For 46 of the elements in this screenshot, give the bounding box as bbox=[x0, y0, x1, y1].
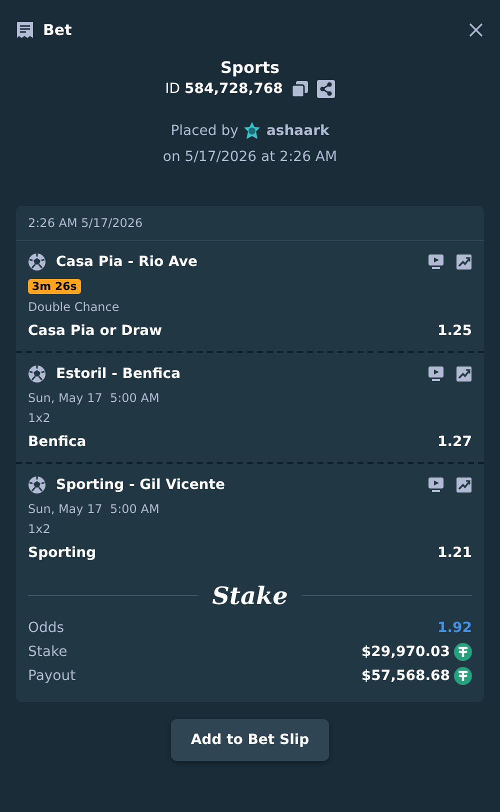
placed-by-label: Placed by bbox=[170, 123, 238, 139]
leg-odds: 1.25 bbox=[437, 323, 472, 339]
market-name: 1x2 bbox=[28, 522, 52, 536]
stats-chart-icon[interactable] bbox=[456, 477, 472, 493]
amount-value: $57,568.68 bbox=[361, 668, 450, 684]
live-stream-icon[interactable] bbox=[428, 254, 444, 269]
event-name[interactable]: Sporting - Gil Vicente bbox=[56, 477, 418, 493]
selected-outcome: Benfica bbox=[28, 434, 86, 450]
soccer-ball-icon bbox=[28, 476, 46, 494]
close-icon[interactable] bbox=[468, 22, 484, 38]
receipt-icon bbox=[16, 21, 34, 39]
username-link[interactable]: ashaark bbox=[266, 123, 330, 139]
live-stream-icon[interactable] bbox=[428, 477, 444, 492]
placed-date: on 5/17/2026 at 2:26 AM bbox=[162, 149, 338, 165]
event-name[interactable]: Casa Pia - Rio Ave bbox=[56, 254, 418, 270]
amount-value: $29,970.03 bbox=[361, 644, 450, 660]
market-name: 1x2 bbox=[28, 411, 52, 425]
summary-label: Stake bbox=[28, 644, 68, 660]
stats-chart-icon[interactable] bbox=[456, 366, 472, 382]
selected-outcome: Sporting bbox=[28, 545, 96, 561]
soccer-ball-icon bbox=[28, 365, 46, 383]
start-time: Sun, May 17 5:00 AM bbox=[28, 502, 160, 516]
summary-label: Payout bbox=[28, 668, 76, 684]
start-time: Sun, May 17 5:00 AM bbox=[28, 391, 160, 405]
bet-id: ID 584,728,768 bbox=[165, 81, 283, 97]
tether-coin-icon bbox=[454, 643, 472, 661]
bet-category: Sports bbox=[220, 58, 280, 77]
brand-logo: Stake bbox=[212, 581, 288, 610]
soccer-ball-icon bbox=[28, 253, 46, 271]
total-odds: 1.92 bbox=[437, 620, 472, 636]
dialog-title: Bet bbox=[43, 21, 73, 39]
stats-chart-icon[interactable] bbox=[456, 254, 472, 270]
share-icon[interactable] bbox=[316, 80, 335, 98]
leg-odds: 1.27 bbox=[437, 434, 472, 450]
live-stream-icon[interactable] bbox=[428, 366, 444, 381]
add-to-bet-slip-button[interactable]: Add to Bet Slip bbox=[170, 719, 330, 761]
countdown-badge: 3m 26s bbox=[28, 279, 81, 294]
star-badge-icon bbox=[243, 122, 262, 140]
slip-timestamp: 2:26 AM 5/17/2026 bbox=[16, 206, 484, 241]
leg-odds: 1.21 bbox=[437, 545, 472, 561]
tether-coin-icon bbox=[454, 667, 472, 685]
summary-label: Odds bbox=[28, 620, 64, 636]
selected-outcome: Casa Pia or Draw bbox=[28, 323, 162, 339]
event-name[interactable]: Estoril - Benfica bbox=[56, 366, 418, 382]
market-name: Double Chance bbox=[28, 300, 120, 314]
copy-icon[interactable] bbox=[290, 80, 309, 98]
